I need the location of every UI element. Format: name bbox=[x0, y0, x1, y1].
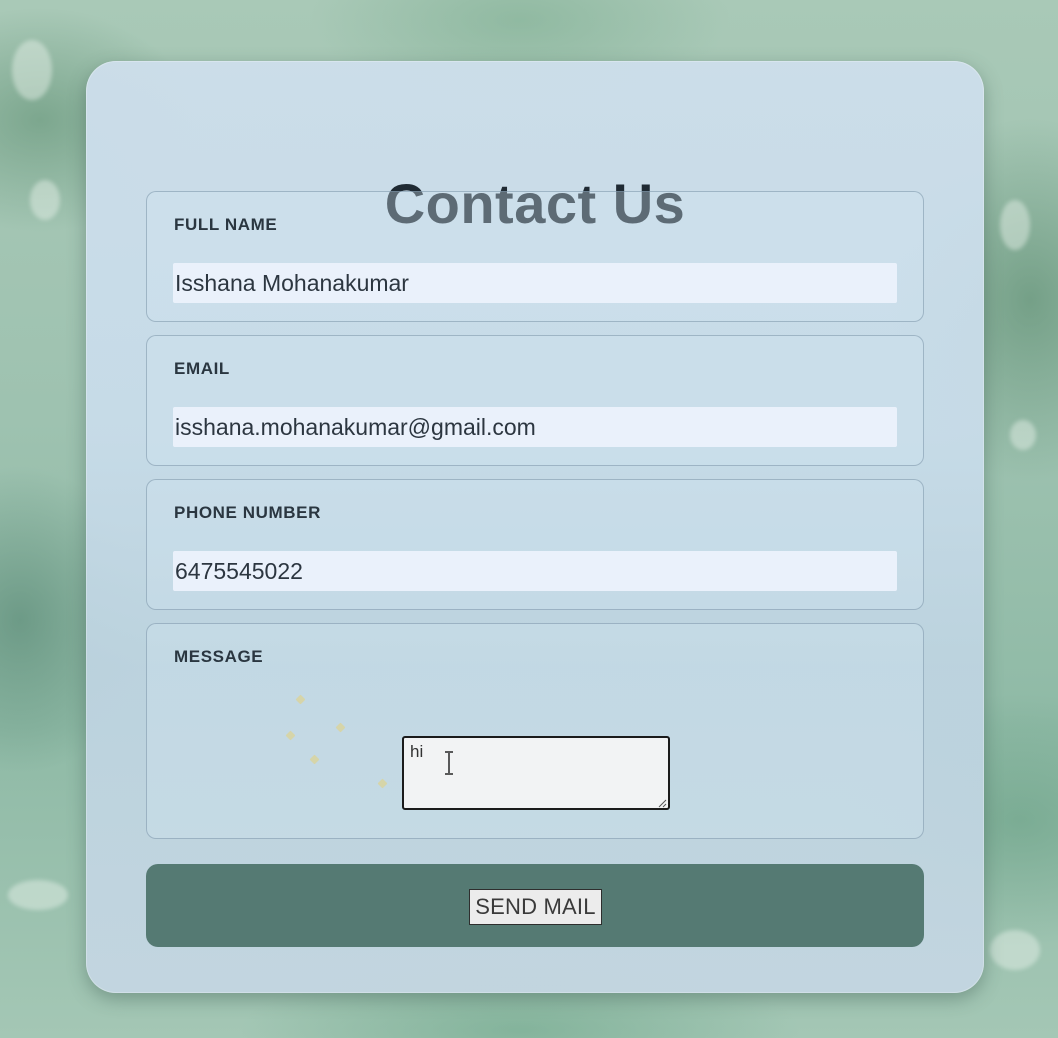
email-group: EMAIL bbox=[146, 335, 924, 466]
resize-grip-icon[interactable] bbox=[657, 798, 667, 808]
message-label: MESSAGE bbox=[174, 647, 264, 666]
full-name-input[interactable] bbox=[173, 263, 897, 303]
background-highlight bbox=[990, 930, 1040, 970]
background-highlight bbox=[30, 180, 60, 220]
full-name-label: FULL NAME bbox=[174, 215, 278, 234]
phone-number-group: PHONE NUMBER bbox=[146, 479, 924, 610]
sparkle-decoration bbox=[309, 754, 320, 765]
contact-form-card: Contact Us FULL NAME EMAIL PHONE NUMBER … bbox=[86, 61, 984, 993]
background-highlight bbox=[1000, 200, 1030, 250]
phone-number-label: PHONE NUMBER bbox=[174, 503, 321, 522]
background-highlight bbox=[8, 880, 68, 910]
sparkle-decoration bbox=[285, 730, 296, 741]
email-input[interactable] bbox=[173, 407, 897, 447]
sparkle-decoration bbox=[295, 694, 306, 705]
phone-number-input[interactable] bbox=[173, 551, 897, 591]
sparkle-decoration bbox=[335, 722, 346, 733]
send-mail-button[interactable]: SEND MAIL bbox=[469, 889, 602, 925]
sparkle-decoration bbox=[377, 778, 388, 789]
email-label: EMAIL bbox=[174, 359, 230, 378]
background-highlight bbox=[1010, 420, 1036, 450]
text-cursor-icon bbox=[445, 751, 453, 775]
message-group: MESSAGE bbox=[146, 623, 924, 839]
background-highlight bbox=[12, 40, 52, 100]
send-bar: SEND MAIL bbox=[146, 864, 924, 947]
full-name-group: FULL NAME bbox=[146, 191, 924, 322]
